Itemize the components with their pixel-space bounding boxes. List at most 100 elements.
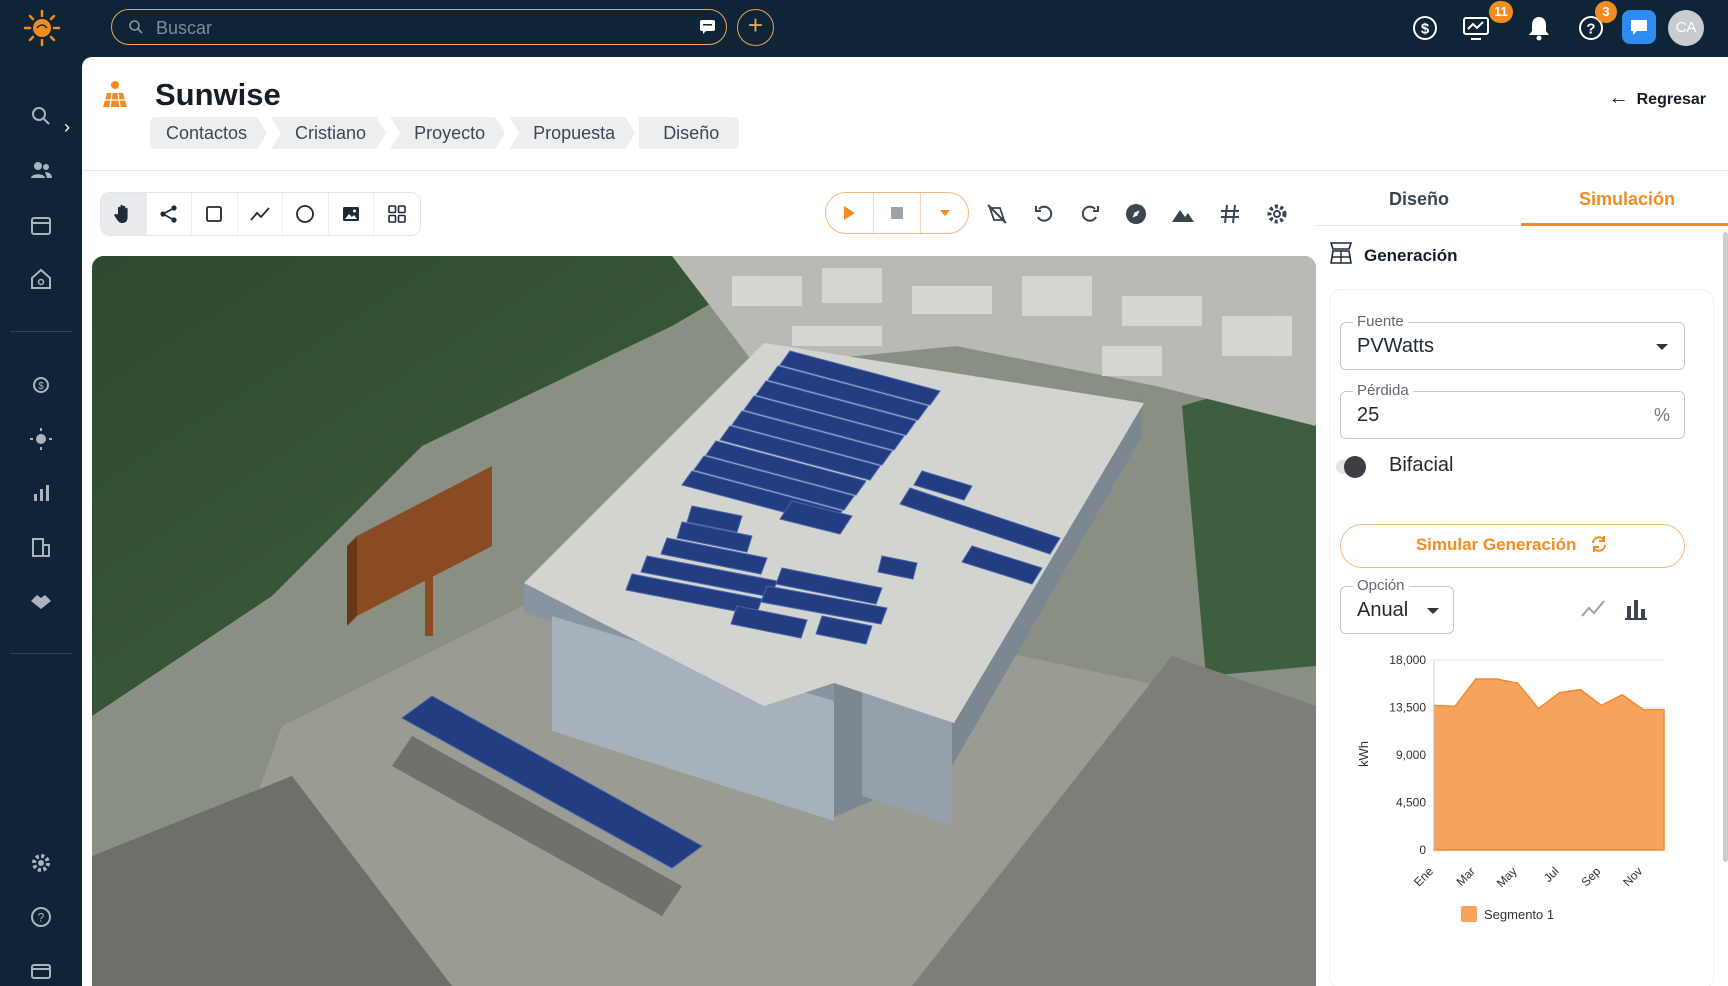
chevron-down-icon [1656,344,1668,350]
terrain-icon[interactable] [1171,202,1195,226]
svg-text:?: ? [38,911,45,925]
y-tick-label: 13,500 [1389,701,1426,715]
x-tick-label: Ene [1411,864,1436,889]
grid-tool-button[interactable] [374,193,420,235]
image-tool-button[interactable] [329,193,374,235]
x-tick-label: May [1494,864,1520,890]
bell-icon[interactable] [1525,14,1553,42]
card-icon[interactable] [29,959,53,983]
y-axis-label: kWh [1356,741,1371,767]
building-icon[interactable] [29,535,53,559]
sidebar-collapse-button[interactable]: › [52,112,82,142]
map-3d-viewport[interactable] [92,256,1316,986]
svg-text:?: ? [1586,21,1595,38]
home-icon[interactable] [29,267,53,291]
bifacial-toggle[interactable] [1330,456,1370,478]
legend-swatch [1461,906,1477,922]
y-tick-label: 0 [1419,843,1426,857]
square-icon [206,206,223,222]
share-icon [160,205,177,223]
share-tool-button[interactable] [147,193,192,235]
simulation-playback [825,192,969,234]
search-input[interactable]: Buscar [156,18,212,39]
playback-dropdown-button[interactable] [920,193,968,233]
tab-diseno[interactable]: Diseño [1389,189,1449,210]
chat-bubble-icon[interactable] [699,19,716,35]
stop-button[interactable] [872,193,921,233]
x-tick-label: Sep [1578,864,1603,889]
bifacial-label: Bifacial [1389,454,1454,476]
breadcrumb-cristiano[interactable]: Cristiano [271,117,386,149]
hash-icon[interactable] [1218,202,1242,226]
rectangle-tool-button[interactable] [192,193,238,235]
handshake-icon[interactable] [29,589,53,613]
toggle-knob [1344,456,1366,478]
y-tick-label: 9,000 [1396,748,1426,762]
notifications-badge: 11 [1489,1,1513,23]
loss-unit: % [1653,405,1670,425]
sun-icon[interactable] [29,427,53,451]
top-bar: Buscar + $ 11 ? 3 CA [0,0,1728,57]
bar-chart-icon[interactable] [1623,598,1649,620]
circle-icon [296,205,315,223]
simulate-generation-button[interactable]: Simular Generación [1340,524,1685,568]
monitor-icon[interactable] [1462,14,1490,42]
x-tick-label: Mar [1453,864,1478,889]
option-value: Anual [1357,599,1409,621]
option-label: Opción [1353,577,1409,594]
help-badge: 3 [1595,1,1617,23]
refresh-icon [1592,536,1607,552]
section-title: Generación [1364,246,1458,265]
tab-simulacion[interactable]: Simulación [1579,189,1675,210]
solar-panel-icon [1329,242,1353,264]
satellite-scene [92,256,1316,986]
page-title: Sunwise [155,77,281,112]
search-icon[interactable] [29,104,53,128]
sidebar: › $ ? [0,57,82,986]
compass-icon[interactable] [1124,202,1148,226]
solar-dollar-icon[interactable]: $ [29,373,53,397]
breadcrumb-proyecto[interactable]: Proyecto [390,117,505,149]
arrow-left-icon: ← [1608,87,1629,109]
users-icon[interactable] [29,158,53,182]
back-label: Regresar [1636,91,1706,108]
sunwise-logo-icon[interactable] [22,8,62,48]
chevron-down-icon [1427,608,1439,614]
back-button[interactable]: ← Regresar [1609,87,1706,110]
breadcrumb-propuesta[interactable]: Propuesta [509,117,635,149]
drawing-toolbar [100,192,421,236]
gear-icon[interactable] [29,851,53,875]
legend-label[interactable]: Segmento 1 [1484,907,1554,922]
option-select[interactable]: Opción Anual [1340,577,1454,634]
rotate-left-icon[interactable] [1032,202,1056,226]
hand-tool-button[interactable] [101,193,147,235]
add-button[interactable]: + [737,9,774,46]
breadcrumb-diseno[interactable]: Diseño [639,117,740,149]
messenger-app-icon[interactable] [1622,10,1656,44]
gear-icon[interactable] [1265,202,1289,226]
active-tab-indicator [1521,223,1728,226]
polyline-tool-button[interactable] [238,193,283,235]
line-chart-icon[interactable] [1580,598,1606,620]
panel-scrollbar[interactable] [1723,232,1728,862]
sidebar-divider [10,653,72,654]
hand-icon [114,204,128,223]
generation-card: Fuente PVWatts Pérdida 25 % Bifacial Sim… [1329,289,1714,986]
chart-icon[interactable] [29,481,53,505]
search-bar[interactable]: Buscar [111,9,727,45]
loss-field[interactable]: Pérdida 25 % [1340,382,1685,439]
calendar-icon[interactable] [29,213,53,237]
loss-value: 25 [1357,404,1380,426]
help-icon[interactable]: ? [29,905,53,929]
play-button[interactable] [826,193,873,233]
circle-tool-button[interactable] [283,193,329,235]
no-panels-icon[interactable] [985,202,1009,226]
breadcrumb-contactos[interactable]: Contactos [150,117,267,149]
rotate-right-icon[interactable] [1078,202,1102,226]
source-label: Fuente [1353,313,1408,330]
source-select[interactable]: Fuente PVWatts [1340,313,1685,370]
avatar[interactable]: CA [1668,10,1704,46]
dollar-circle-icon[interactable]: $ [1411,14,1439,42]
loss-label: Pérdida [1353,382,1413,399]
simulate-label: Simular Generación [1415,535,1577,554]
